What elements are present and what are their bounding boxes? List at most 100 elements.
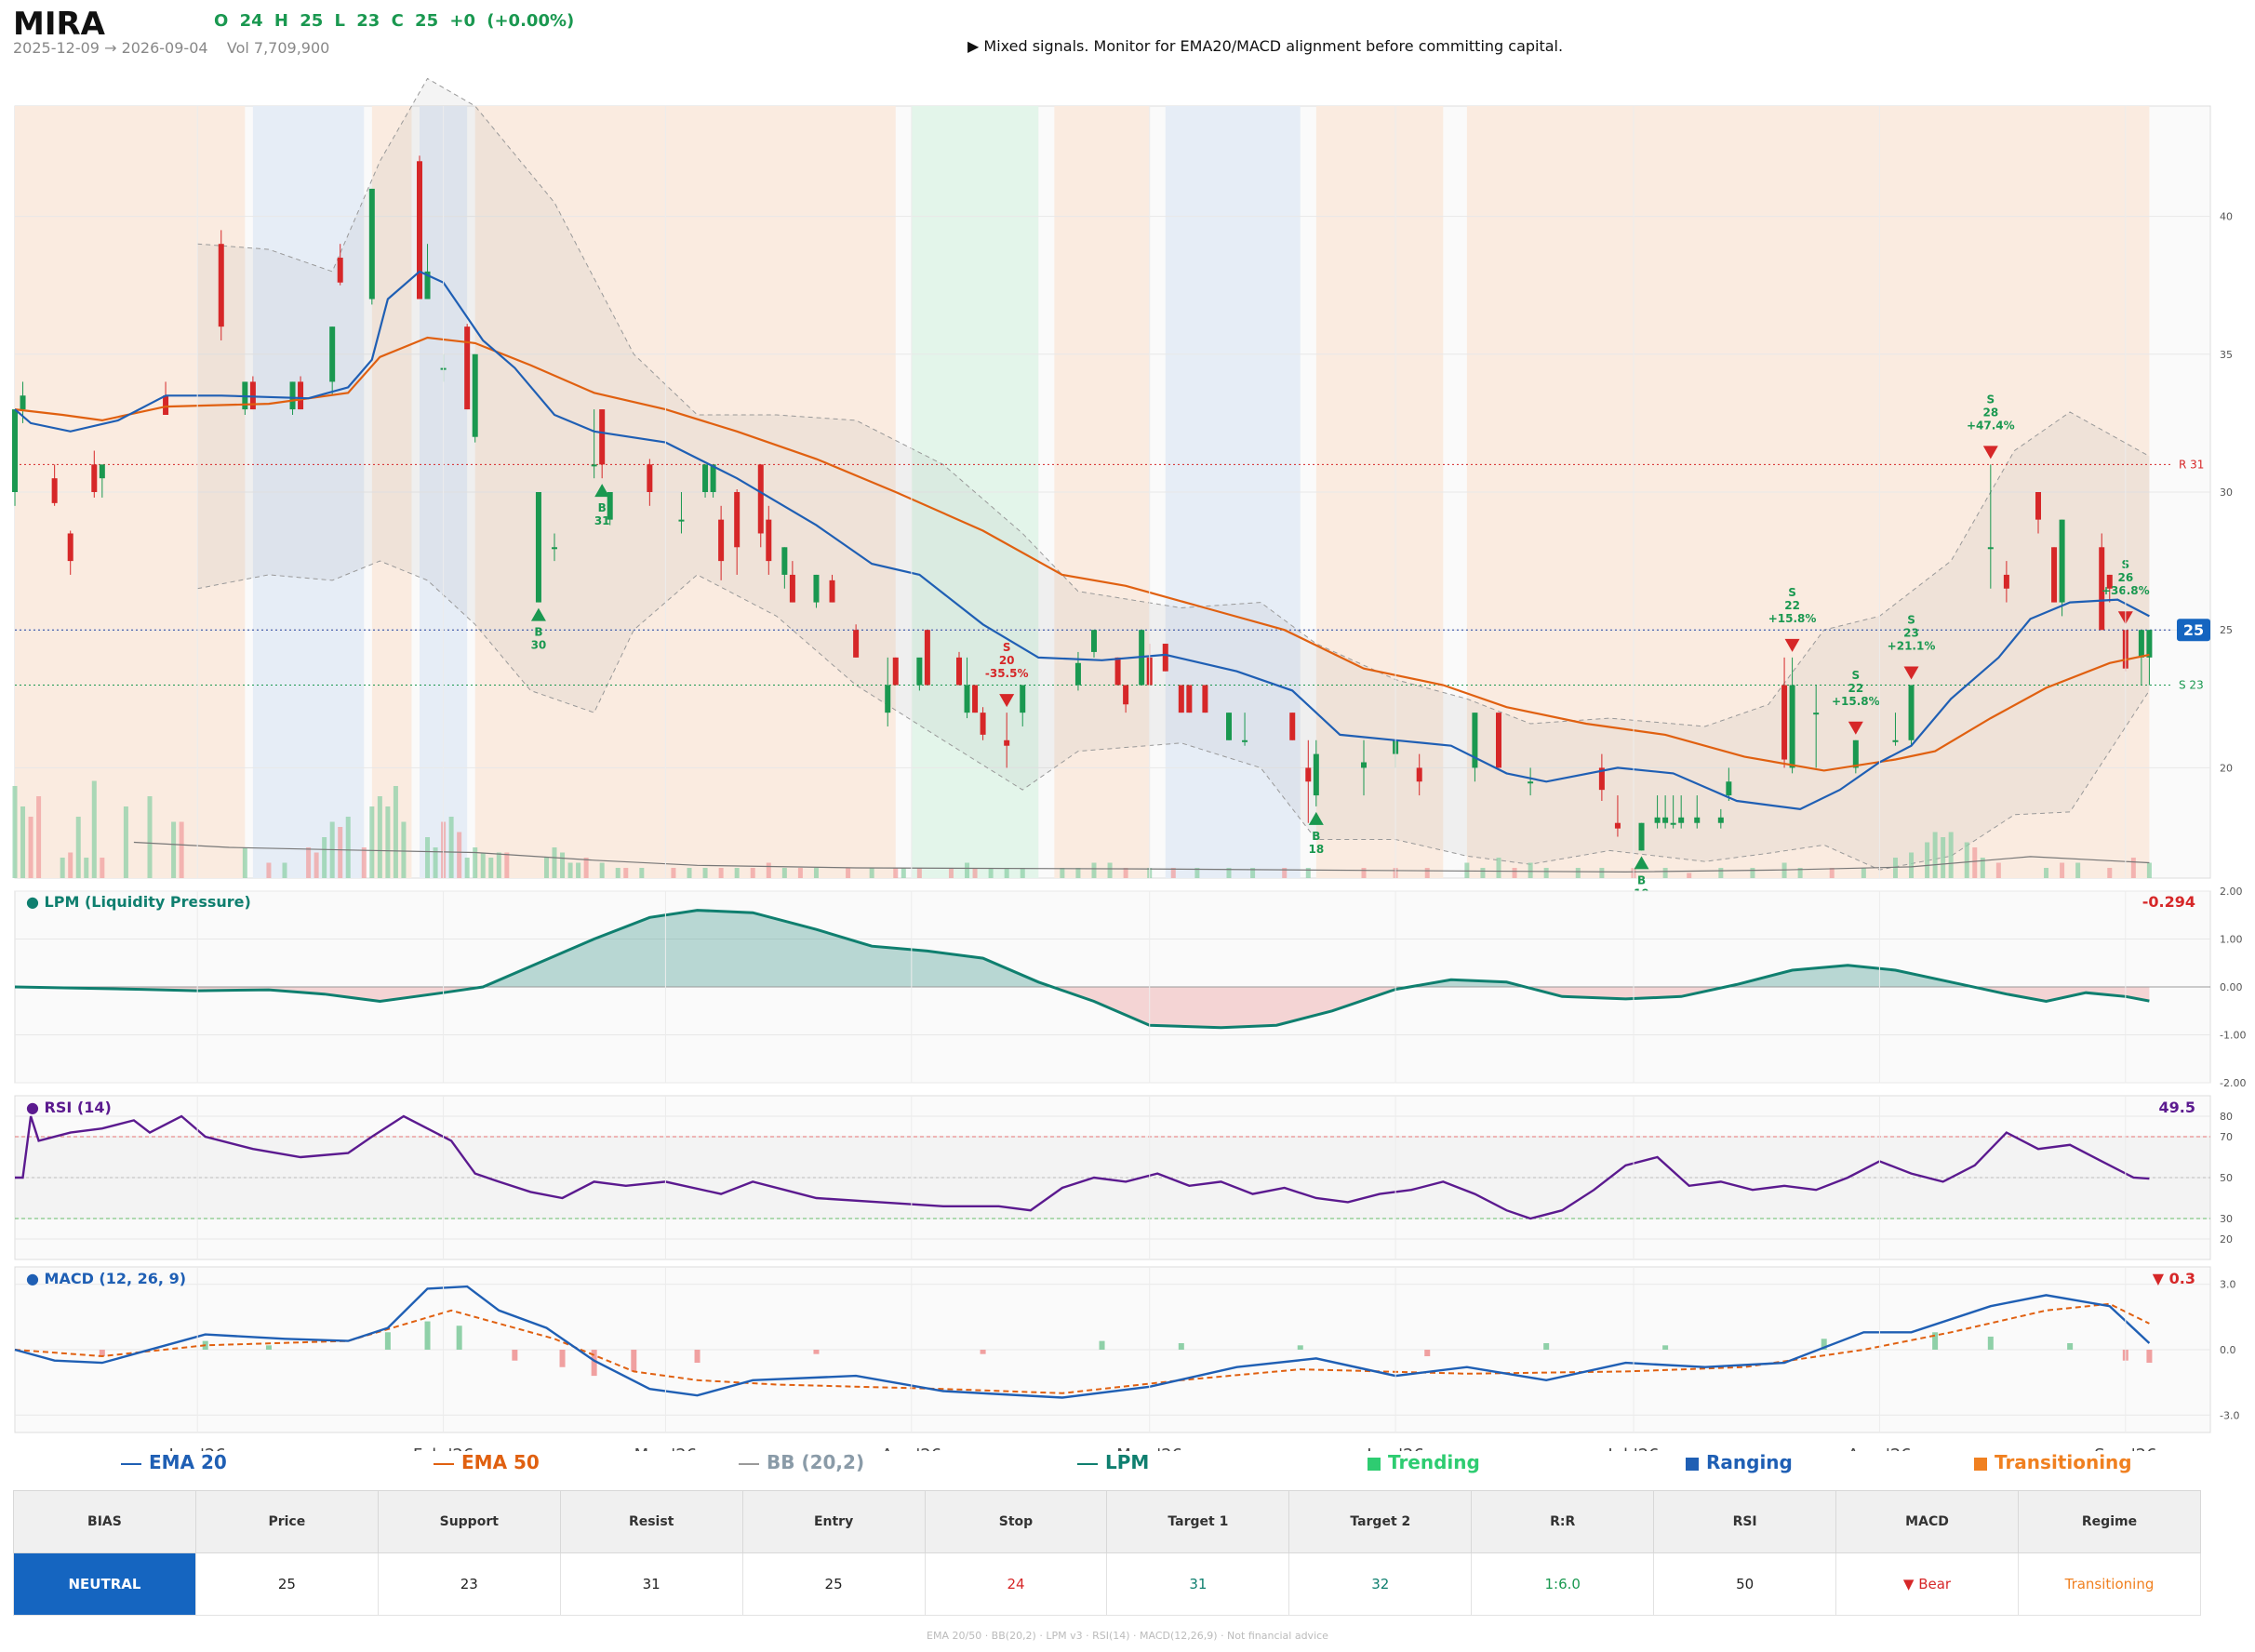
price-axis-tick-label: 40 [2220,211,2233,223]
volume-bar [1464,862,1470,878]
col-target1: Target 1 [1106,1490,1290,1553]
volume-bar [1599,868,1605,878]
candle-body [1654,817,1661,823]
volume-bar [1909,852,1915,878]
candle-body [1361,762,1367,768]
sell-marker-label: 22 [1848,682,1863,695]
macd-histogram-bar [2067,1342,2074,1350]
lpm-axis-tick-label: -1.00 [2220,1030,2246,1042]
candle-body [1313,753,1319,796]
volume-bar [1020,868,1025,878]
buy-marker-label: B [1637,873,1646,886]
stop-value: 24 [924,1552,1108,1616]
volume-bar [1528,862,1533,878]
candle-body [417,161,422,300]
col-entry: Entry [741,1490,926,1553]
col-bias: BIAS [13,1490,196,1553]
volume-bar [464,858,470,878]
legend-lpm-label: LPM [1105,1451,1150,1473]
macd-histogram-bar [1297,1345,1303,1350]
volume-bar [1091,862,1097,878]
candle-body [1717,817,1724,823]
candle-body [298,381,304,410]
col-rr: R:R [1471,1490,1655,1553]
candle-body [1813,713,1820,715]
candle-body [789,574,795,603]
macd-axis-tick-label: -3.0 [2220,1409,2239,1421]
volume-bar [1941,837,1946,878]
macd-histogram-bar [424,1321,431,1350]
lpm-axis-tick-label: -2.00 [2220,1077,2246,1089]
volume-bar [1361,868,1367,878]
price-panel: 2025303540R 31S 2325B30B31S20-35.5%B18B1… [12,77,2233,899]
macd-histogram-bar [1099,1340,1105,1350]
candle-body [1305,767,1312,782]
volume-bar [615,868,620,878]
volume-bar [496,852,501,878]
lpm-axis-tick-label: 1.00 [2220,934,2243,946]
legend-ema20[interactable]: EMA 20 [121,1451,227,1473]
candle-body [1004,739,1010,746]
volume-bar [60,858,65,878]
transitioning-swatch [1974,1457,1987,1471]
volume-bar [2044,868,2049,878]
volume-bar [702,868,708,878]
volume-bar [1107,862,1113,878]
volume-bar [171,821,177,878]
candle-body [2146,630,2153,658]
col-resist: Resist [559,1490,743,1553]
volume-bar [393,786,398,878]
volume-bar [1543,868,1549,878]
volume-bar [813,868,819,878]
volume-bar [1718,868,1724,878]
bb-swatch [739,1462,759,1465]
legend-ema50[interactable]: EMA 50 [434,1451,540,1473]
target2-value: 32 [1288,1552,1473,1616]
candle-body [464,326,471,410]
sell-marker-label: S [1851,669,1860,682]
candle-body [972,685,979,713]
sell-marker-label: 23 [1903,627,1919,640]
sell-marker-label: +47.4% [1967,419,2015,432]
candle-body [2138,630,2144,658]
macd-histogram-bar [384,1332,391,1350]
volume-bar [869,868,874,878]
sell-marker-label: +15.8% [1832,695,1880,708]
macd-histogram-bar [512,1350,518,1361]
legend-trending[interactable]: Trending [1368,1451,1480,1473]
rsi-axis-tick-label: 50 [2220,1172,2233,1184]
candle-body [67,533,73,562]
volume-bar [123,806,128,878]
volume-bar [781,868,787,878]
candle-body [1186,685,1193,713]
volume-bar [916,868,922,878]
candle-body [757,464,764,534]
resist-value: 31 [559,1552,743,1616]
legend-ranging[interactable]: Ranging [1686,1451,1793,1473]
table-header-row: BIAS Price Support Resist Entry Stop Tar… [13,1490,2202,1553]
candle-body [1908,685,1915,740]
buy-marker-label: B [534,626,542,639]
target1-value: 31 [1106,1552,1290,1616]
candle-body [916,657,923,686]
col-support: Support [377,1490,561,1553]
legend-bb[interactable]: BB (20,2) [739,1451,864,1473]
volume-bar [1932,832,1938,878]
macd-histogram-bar [559,1350,566,1367]
volume-bar [567,862,573,878]
resistance-label: R 31 [2179,458,2204,471]
volume-bar [2130,858,2136,878]
candle-body [1678,817,1685,823]
volume-bar [671,868,676,878]
candle-body [1638,822,1645,851]
ema50-swatch [434,1462,454,1465]
volume-bar [576,862,581,878]
candle-body [956,657,962,686]
candle-body [1789,685,1795,768]
candle-body [1892,739,1899,742]
buy-marker-label: 31 [594,514,610,527]
trade-summary-table: BIAS Price Support Resist Entry Stop Tar… [13,1490,2202,1616]
legend-lpm[interactable]: LPM [1077,1451,1149,1473]
candle-body [12,409,18,492]
legend-transitioning[interactable]: Transitioning [1974,1451,2132,1473]
